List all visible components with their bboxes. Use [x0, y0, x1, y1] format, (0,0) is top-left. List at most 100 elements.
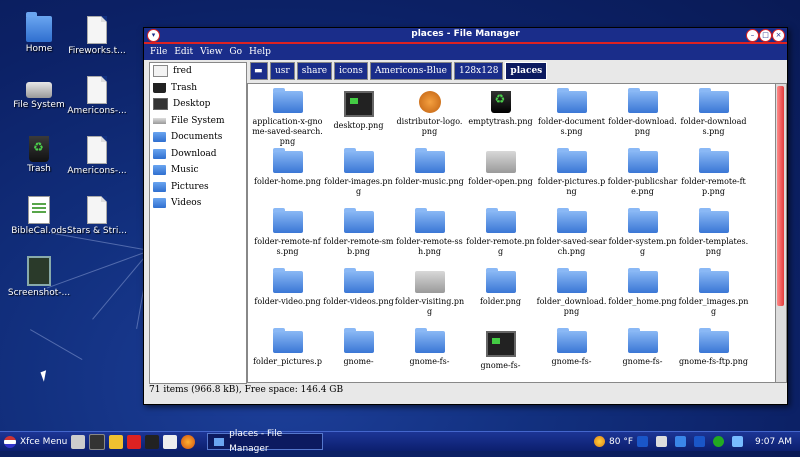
folder-icon: [343, 148, 374, 173]
vertical-scrollbar[interactable]: [775, 83, 787, 383]
sidebar-item-fred[interactable]: fred: [150, 63, 246, 80]
path-button[interactable]: places: [505, 62, 548, 80]
clipboard-icon[interactable]: [656, 436, 667, 447]
phone-icon[interactable]: [713, 436, 724, 447]
desktop-icon[interactable]: Screenshot-...: [4, 256, 74, 298]
file-item[interactable]: folder_home.png: [607, 268, 678, 329]
file-item[interactable]: folder-remote-nfs.png: [252, 208, 323, 269]
maximize-icon[interactable]: □: [759, 29, 772, 42]
file-item[interactable]: folder_images.png: [678, 268, 749, 329]
file-item[interactable]: folder-pictures.png: [536, 148, 607, 209]
clock[interactable]: 9:07 AM: [755, 437, 792, 447]
desktop-launcher-icon[interactable]: [89, 433, 106, 450]
file-item[interactable]: gnome-fs-: [465, 329, 536, 382]
desktop-icon[interactable]: Americons-...: [62, 136, 132, 176]
sidebar-item-videos[interactable]: Videos: [150, 195, 246, 212]
sidebar-item-file-system[interactable]: File System: [150, 113, 246, 130]
path-button[interactable]: 128x128: [453, 62, 504, 80]
menu-go[interactable]: Go: [229, 44, 242, 60]
sidebar-item-desktop[interactable]: Desktop: [150, 96, 246, 113]
taskbar-window-button[interactable]: places - File Manager: [207, 429, 324, 454]
file-item[interactable]: folder-documents.png: [536, 88, 607, 149]
file-item[interactable]: folder.png: [465, 268, 536, 329]
bluetooth-icon[interactable]: [637, 436, 648, 447]
file-item[interactable]: folder-music.png: [394, 148, 465, 209]
update-launcher-icon[interactable]: [127, 434, 142, 449]
file-item[interactable]: folder-remote-smb.png: [323, 208, 394, 269]
network-icon[interactable]: [675, 436, 686, 447]
file-item[interactable]: gnome-: [323, 328, 394, 382]
menu-file[interactable]: File: [150, 44, 167, 60]
path-root-button[interactable]: ▬: [250, 62, 268, 80]
volume-icon[interactable]: [694, 436, 705, 447]
file-item[interactable]: gnome-fs-: [607, 328, 678, 382]
path-button[interactable]: icons: [334, 62, 368, 80]
folder-icon: [26, 12, 52, 42]
doc-icon: [87, 136, 107, 164]
file-name: folder-remote-ftp.png: [681, 177, 746, 196]
file-item[interactable]: folder_download.png: [536, 268, 607, 329]
file-item[interactable]: folder-visiting.png: [394, 269, 465, 329]
scrollbar-thumb[interactable]: [777, 86, 784, 306]
folder-icon: [153, 148, 166, 159]
path-button[interactable]: share: [296, 62, 333, 80]
file-item[interactable]: folder-templates.png: [678, 208, 749, 269]
xfce-menu-label: Xfce Menu: [20, 436, 68, 447]
file-item[interactable]: folder-images.png: [323, 148, 394, 209]
pcos-icon: [418, 91, 441, 113]
file-item[interactable]: folder-downloads.png: [678, 88, 749, 149]
file-item[interactable]: emptytrash.png: [465, 89, 536, 149]
menu-edit[interactable]: Edit: [174, 44, 193, 60]
sidebar-item-pictures[interactable]: Pictures: [150, 179, 246, 196]
minimize-icon[interactable]: –: [746, 29, 759, 42]
sidebar-item-download[interactable]: Download: [150, 146, 246, 163]
path-button[interactable]: usr: [270, 62, 295, 80]
file-item[interactable]: folder-remote-ssh.png: [394, 208, 465, 269]
file-item[interactable]: desktop.png: [323, 89, 394, 149]
file-item[interactable]: gnome-fs-: [536, 328, 607, 382]
file-item[interactable]: folder-download.png: [607, 88, 678, 149]
menu-view[interactable]: View: [200, 44, 222, 60]
file-item[interactable]: folder-remote-ftp.png: [678, 148, 749, 209]
file-item[interactable]: folder_pictures.p: [252, 328, 323, 382]
sidebar-item-music[interactable]: Music: [150, 162, 246, 179]
desktop-icon[interactable]: Stars & Stri...: [62, 196, 132, 236]
file-item[interactable]: folder-home.png: [252, 148, 323, 209]
file-item[interactable]: distributor-logo.png: [394, 89, 465, 149]
file-name: folder-remote-nfs.png: [254, 237, 321, 256]
folder-icon: [414, 208, 445, 233]
mouse-pointer-icon: [40, 370, 50, 382]
sidebar-item-trash[interactable]: Trash: [150, 80, 246, 97]
sidebar-item-label: Videos: [171, 198, 202, 209]
file-item[interactable]: folder-publicshare.png: [607, 148, 678, 209]
file-item[interactable]: folder-saved-search.png: [536, 208, 607, 269]
file-name: folder-remote-ssh.png: [396, 237, 463, 256]
menu-help[interactable]: Help: [249, 44, 271, 60]
file-item[interactable]: application-x-gnome-saved-search.png: [252, 88, 323, 149]
file-name: folder.png: [479, 297, 522, 306]
file-item[interactable]: folder-video.png: [252, 268, 323, 329]
folder-icon: [153, 132, 166, 143]
editor-launcher-icon[interactable]: [163, 434, 178, 449]
firefox-launcher-icon[interactable]: [181, 434, 196, 449]
file-item[interactable]: gnome-fs-: [394, 328, 465, 382]
xfce-menu-button[interactable]: Xfce Menu: [4, 435, 68, 448]
file-item[interactable]: folder-open.png: [465, 149, 536, 209]
close-icon[interactable]: ×: [772, 29, 785, 42]
path-button[interactable]: Americons-Blue: [369, 62, 452, 80]
files-launcher-icon[interactable]: [109, 434, 124, 449]
file-item[interactable]: gnome-fs-ftp.png: [678, 328, 749, 382]
folder-icon: [414, 271, 445, 293]
file-item[interactable]: folder-remote.png: [465, 208, 536, 269]
power-icon[interactable]: [732, 436, 743, 447]
weather-icon[interactable]: [594, 436, 605, 447]
window-titlebar[interactable]: ▾ places - File Manager – □ ×: [144, 28, 787, 44]
terminal-launcher-icon[interactable]: [71, 434, 86, 449]
desktop-icon[interactable]: Americons-...: [62, 76, 132, 116]
file-item[interactable]: folder-videos.png: [323, 268, 394, 329]
screen-launcher-icon[interactable]: [145, 434, 160, 449]
desktop-icon[interactable]: Fireworks.t...: [62, 16, 132, 56]
file-item[interactable]: folder-system.png: [607, 208, 678, 269]
file-view[interactable]: application-x-gnome-saved-search.png desk…: [247, 83, 777, 383]
sidebar-item-documents[interactable]: Documents: [150, 129, 246, 146]
